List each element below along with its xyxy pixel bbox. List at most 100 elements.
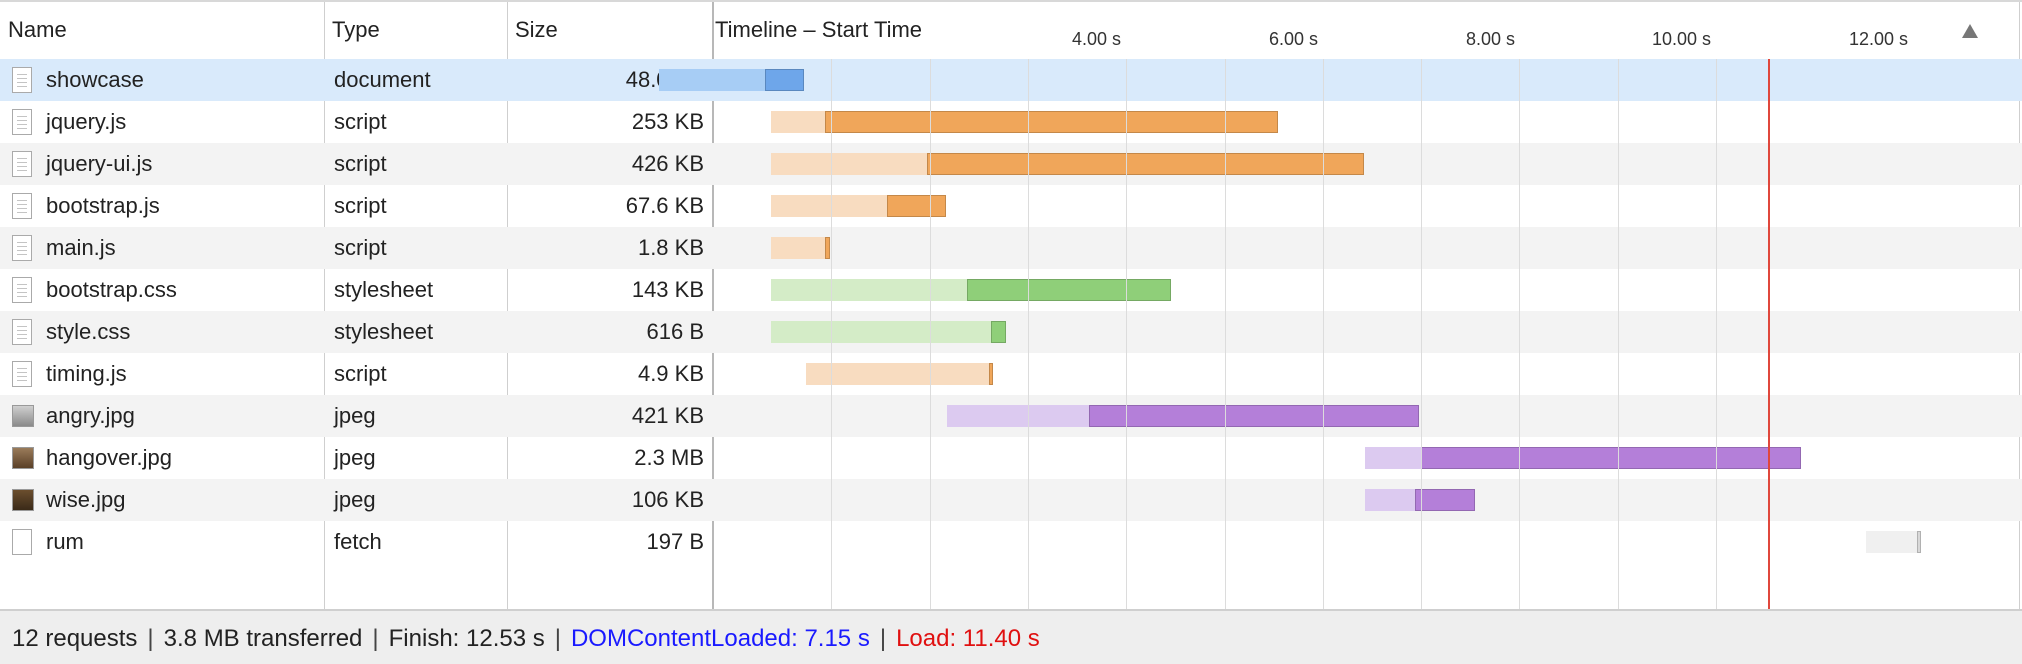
document-icon — [12, 67, 32, 93]
timeline-bar-waiting[interactable] — [1365, 489, 1416, 511]
timeline-bar-receiving[interactable] — [1415, 489, 1476, 511]
column-header-type[interactable]: Type — [324, 2, 507, 59]
timeline-bar-receiving[interactable] — [887, 195, 947, 217]
request-size: 253 KB — [631, 109, 704, 134]
file-icon-line — [17, 334, 27, 335]
timeline-bar-receiving[interactable] — [1916, 531, 1922, 553]
image-thumbnail-icon — [12, 447, 34, 469]
file-icon-line — [17, 376, 27, 377]
image-thumbnail-icon — [12, 489, 34, 511]
timeline-bar-receiving[interactable] — [926, 153, 1365, 175]
request-row[interactable]: jquery-ui.js script 426 KB — [0, 143, 2022, 185]
stylesheet-file-icon — [12, 277, 32, 303]
file-icon-line — [17, 372, 27, 373]
request-row[interactable]: main.js script 1.8 KB — [0, 227, 2022, 269]
grid-line — [1716, 59, 1717, 609]
stylesheet-file-icon — [12, 319, 32, 345]
timeline-bar-waiting[interactable] — [659, 69, 766, 91]
column-header-size[interactable]: Size — [507, 2, 713, 59]
timeline-bar-waiting[interactable] — [771, 153, 927, 175]
request-row[interactable]: wise.jpg jpeg 106 KB — [0, 479, 2022, 521]
script-file-icon — [12, 361, 32, 387]
finish-time: Finish: 12.53 s — [388, 625, 545, 652]
file-icon-line — [17, 124, 27, 125]
request-name[interactable]: rum — [46, 521, 84, 563]
request-size: 426 KB — [631, 151, 704, 176]
timeline-bar-receiving[interactable] — [825, 237, 831, 259]
file-icon-line — [17, 128, 27, 129]
file-icon-line — [17, 162, 27, 163]
request-row[interactable]: bootstrap.css stylesheet 143 KB — [0, 269, 2022, 311]
status-separator: | — [879, 625, 887, 652]
timeline-bar-receiving[interactable] — [825, 111, 1278, 133]
file-icon-line — [17, 326, 27, 327]
request-row[interactable]: bootstrap.js script 67.6 KB — [0, 185, 2022, 227]
status-separator: | — [554, 625, 561, 652]
timeline-bar-waiting[interactable] — [1866, 531, 1917, 553]
request-row[interactable]: rum fetch 197 B — [0, 521, 2022, 563]
request-name[interactable]: bootstrap.js — [46, 185, 160, 227]
request-type: fetch — [334, 529, 382, 554]
request-name[interactable]: main.js — [46, 227, 116, 269]
column-header-name[interactable]: Name — [0, 2, 324, 59]
timeline-bar-receiving[interactable] — [988, 363, 994, 385]
timeline-bar-waiting[interactable] — [1365, 447, 1422, 469]
grid-line — [1421, 59, 1423, 609]
request-name[interactable]: showcase — [46, 59, 144, 101]
script-file-icon — [12, 235, 32, 261]
timeline-bar-receiving[interactable] — [966, 279, 1172, 301]
request-row[interactable]: timing.js script 4.9 KB — [0, 353, 2022, 395]
file-icon-line — [17, 254, 27, 255]
timeline-bar-receiving[interactable] — [1421, 447, 1801, 469]
grid-line — [1617, 59, 1619, 609]
request-size: 4.9 KB — [637, 361, 704, 386]
request-row[interactable]: showcasedocument48.0 KB — [0, 59, 2022, 101]
status-bar: 12 requests | 3.8 MB transferred | Finish: 1… — [0, 609, 2022, 664]
timeline-bar-receiving[interactable] — [990, 321, 1007, 343]
blank-file-icon — [12, 529, 32, 555]
file-icon-line — [17, 78, 27, 79]
file-icon-line — [17, 368, 27, 369]
request-name[interactable]: angry.jpg — [46, 395, 135, 437]
script-file-icon — [12, 193, 32, 219]
request-row[interactable]: jquery.js script 253 KB — [0, 101, 2022, 143]
timeline-bar-waiting[interactable] — [771, 279, 967, 301]
image-thumbnail-icon — [12, 405, 34, 427]
file-icon-line — [17, 200, 27, 201]
request-size: 67.6 KB — [625, 193, 704, 218]
load-event-marker — [1768, 59, 1771, 609]
grid-line — [1126, 59, 1128, 609]
timeline-bar-waiting[interactable] — [771, 321, 991, 343]
request-row[interactable]: style.css stylesheet 616 B — [0, 311, 2022, 353]
request-name[interactable]: jquery-ui.js — [46, 143, 152, 185]
file-icon-line — [17, 116, 27, 117]
timeline-bar-waiting[interactable] — [771, 195, 888, 217]
request-size: 616 B — [646, 319, 705, 344]
column-header-timeline[interactable]: Timeline – Start Time — [713, 2, 1213, 59]
request-name[interactable]: style.css — [46, 311, 130, 353]
timeline-bar-waiting[interactable] — [805, 363, 989, 385]
request-type: script — [334, 235, 387, 260]
timeline-bar-waiting[interactable] — [771, 237, 826, 259]
file-icon-line — [17, 170, 27, 171]
request-row[interactable]: hangover.jpg jpeg 2.3 MB — [0, 437, 2022, 479]
request-name[interactable]: hangover.jpg — [46, 437, 172, 479]
timeline-bar-receiving[interactable] — [765, 69, 804, 91]
file-icon-line — [17, 246, 27, 247]
request-name[interactable]: wise.jpg — [46, 479, 125, 521]
request-row[interactable]: angry.jpg jpeg 421 KB — [0, 395, 2022, 437]
sort-ascending-icon[interactable] — [1962, 24, 1978, 38]
table-header: Name Type Size Timeline – Start Time 4.0… — [0, 2, 2022, 61]
file-icon-line — [17, 74, 27, 75]
file-icon-line — [17, 284, 27, 285]
timeline-bar-waiting[interactable] — [947, 405, 1089, 427]
request-name[interactable]: timing.js — [46, 353, 127, 395]
timeline-bar-waiting[interactable] — [771, 111, 826, 133]
request-type: script — [334, 361, 387, 386]
request-name[interactable]: jquery.js — [46, 101, 126, 143]
grid-line — [929, 59, 931, 609]
file-icon-line — [17, 296, 27, 297]
timeline-bar-receiving[interactable] — [1088, 405, 1420, 427]
request-name[interactable]: bootstrap.css — [46, 269, 177, 311]
script-file-icon — [12, 151, 32, 177]
